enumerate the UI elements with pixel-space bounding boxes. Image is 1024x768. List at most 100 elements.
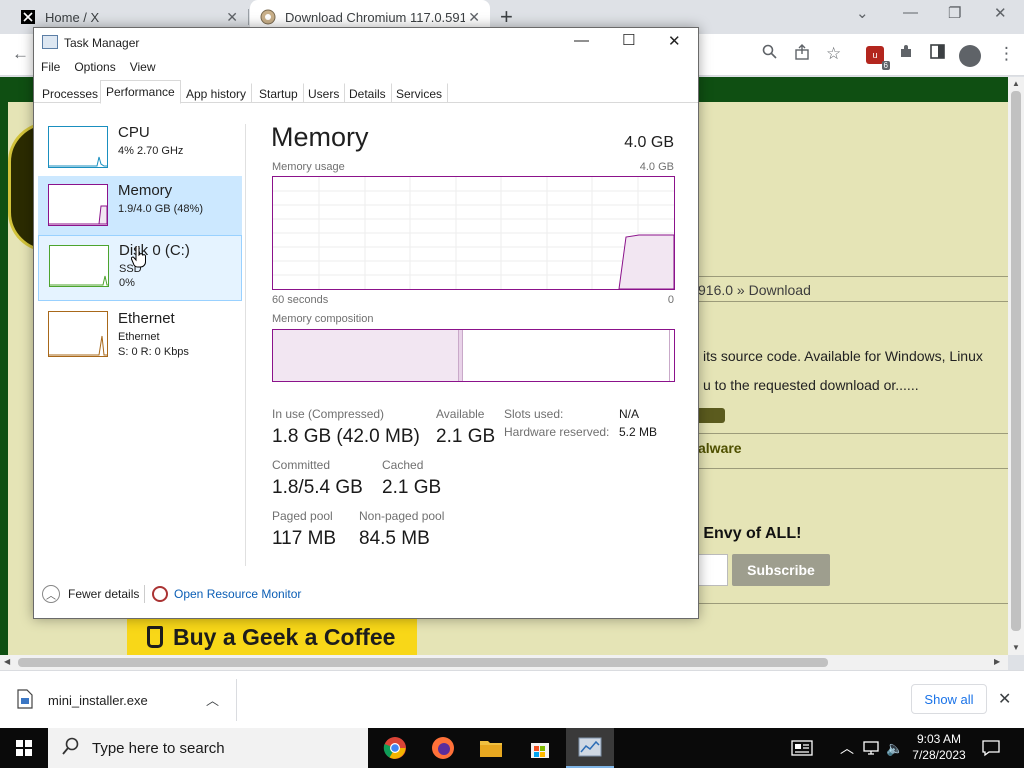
coffee-cup-icon	[147, 626, 163, 648]
sidebar-item-detail: Ethernet	[118, 331, 160, 343]
breadcrumb: 916.0 » Download	[698, 282, 811, 298]
hardware-reserved-label: Hardware reserved:	[504, 425, 610, 439]
horizontal-scrollbar[interactable]: ◀ ▶	[0, 655, 1008, 670]
sidebar-item-cpu[interactable]: CPU 4% 2.70 GHz	[38, 118, 242, 178]
windows-logo-icon	[16, 740, 32, 756]
tab-app-history[interactable]: App history	[180, 83, 253, 103]
scroll-right-icon[interactable]: ▶	[994, 657, 1000, 666]
news-widget-icon[interactable]	[791, 728, 813, 768]
tab-startup[interactable]: Startup	[253, 83, 304, 103]
sidebar-item-ethernet[interactable]: Ethernet Ethernet S: 0 R: 0 Kbps	[38, 302, 242, 362]
task-manager-titlebar[interactable]: Task Manager — ☐ ✕	[34, 28, 698, 57]
close-tab-icon[interactable]: ✕	[226, 9, 238, 26]
divider	[695, 468, 1008, 469]
back-arrow-icon[interactable]: ←	[12, 44, 29, 64]
network-icon[interactable]	[862, 728, 880, 768]
vertical-scrollbar[interactable]: ▲ ▼	[1008, 77, 1024, 655]
scroll-up-icon[interactable]: ▲	[1012, 79, 1020, 88]
task-manager-taskbar-icon[interactable]	[566, 728, 614, 768]
tab-processes[interactable]: Processes	[36, 83, 105, 103]
notifications-icon[interactable]	[982, 728, 1000, 768]
open-resource-monitor-link[interactable]: Open Resource Monitor	[174, 587, 301, 601]
download-item[interactable]: mini_installer.exe ︿	[16, 685, 236, 715]
close-shelf-icon[interactable]: ✕	[998, 689, 1011, 709]
more-menu-icon[interactable]: ⋮	[998, 44, 1015, 64]
ublock-extension-icon[interactable]: u6	[866, 46, 890, 70]
scrollbar-thumb[interactable]	[1011, 91, 1021, 631]
show-all-button[interactable]: Show all	[911, 684, 987, 714]
newsletter-heading: e Envy of ALL!	[690, 525, 802, 542]
chrome-taskbar-icon[interactable]	[371, 728, 419, 768]
restore-icon[interactable]: ❐	[948, 4, 961, 22]
system-clock[interactable]: 9:03 AM 7/28/2023	[908, 731, 970, 763]
page-description-line: its source code. Available for Windows, …	[703, 348, 983, 364]
menu-options[interactable]: Options	[67, 57, 122, 79]
maximize-icon[interactable]: ☐	[622, 31, 635, 49]
sidebar-item-memory[interactable]: Memory 1.9/4.0 GB (48%)	[38, 176, 242, 236]
buy-coffee-button[interactable]: Buy a Geek a Coffee	[127, 617, 417, 655]
committed-value: 1.8/5.4 GB	[272, 477, 363, 498]
sidebar-item-disk[interactable]: Disk 0 (C:) SSD 0%	[38, 235, 242, 301]
firefox-taskbar-icon[interactable]	[419, 728, 467, 768]
in-use-label: In use (Compressed)	[272, 407, 385, 421]
menu-view[interactable]: View	[123, 57, 163, 79]
site-favicon-icon	[260, 9, 276, 25]
tab-performance[interactable]: Performance	[100, 80, 181, 104]
tab-details[interactable]: Details	[343, 83, 392, 103]
subscribe-button[interactable]: Subscribe	[732, 554, 830, 586]
volume-icon[interactable]: 🔈	[886, 728, 903, 768]
file-explorer-taskbar-icon[interactable]	[467, 728, 515, 768]
memory-mini-graph	[48, 184, 108, 226]
store-taskbar-icon[interactable]	[516, 728, 564, 768]
memory-usage-max: 4.0 GB	[639, 161, 674, 173]
paged-pool-value: 117 MB	[272, 528, 337, 549]
disk-mini-graph	[49, 245, 109, 287]
bookmark-star-icon[interactable]: ☆	[826, 44, 841, 64]
memory-total: 4.0 GB	[624, 134, 674, 151]
tab-search-chevron-icon[interactable]: ⌄	[856, 4, 869, 22]
extensions-puzzle-icon[interactable]	[898, 44, 914, 65]
slots-used-label: Slots used:	[504, 407, 564, 421]
tab-services[interactable]: Services	[390, 83, 449, 103]
search-icon	[62, 737, 80, 760]
taskbar-search[interactable]: Type here to search	[48, 728, 368, 768]
minimize-icon[interactable]: —	[574, 32, 589, 49]
sidebar-item-name: Memory	[118, 182, 173, 199]
sidebar-item-detail: 1.9/4.0 GB (48%)	[118, 203, 203, 215]
tab-users[interactable]: Users	[302, 83, 346, 103]
scroll-down-icon[interactable]: ▼	[1012, 643, 1020, 652]
close-window-icon[interactable]: ✕	[994, 4, 1007, 22]
composition-modified	[459, 330, 463, 381]
chevron-up-icon[interactable]: ︿	[206, 690, 219, 709]
side-panel-icon[interactable]	[930, 44, 945, 64]
ethernet-mini-graph	[48, 311, 108, 357]
file-icon	[16, 688, 34, 712]
memory-composition-bar	[272, 329, 675, 382]
search-placeholder: Type here to search	[92, 739, 225, 757]
divider	[695, 603, 1008, 604]
memory-composition-label: Memory composition	[272, 313, 374, 325]
divider	[236, 679, 237, 721]
sidebar-item-detail: 4% 2.70 GHz	[118, 145, 184, 157]
close-tab-icon[interactable]: ✕	[468, 9, 480, 26]
clock-date: 7/28/2023	[912, 748, 966, 762]
menu-bar: File Options View	[34, 57, 698, 79]
time-zero-label: 0	[667, 294, 674, 306]
close-icon[interactable]: ✕	[668, 32, 681, 50]
sidebar-item-name: CPU	[118, 124, 150, 141]
non-paged-pool-label: Non-paged pool	[359, 509, 445, 523]
start-button[interactable]	[0, 728, 48, 768]
profile-avatar[interactable]	[959, 45, 981, 67]
zoom-search-icon[interactable]	[762, 44, 777, 64]
share-icon[interactable]	[794, 44, 810, 65]
menu-file[interactable]: File	[34, 57, 67, 79]
browser-tab-title: Home / X	[45, 9, 100, 25]
minimize-icon[interactable]: —	[903, 4, 918, 21]
chevron-up-icon[interactable]: ︿	[840, 728, 854, 768]
scrollbar-thumb[interactable]	[18, 658, 828, 667]
chevron-up-icon[interactable]: ︿	[42, 585, 60, 603]
sidebar-item-name: Ethernet	[118, 310, 175, 327]
fewer-details-link[interactable]: Fewer details	[68, 587, 139, 601]
site-left-border	[0, 102, 8, 655]
scroll-left-icon[interactable]: ◀	[4, 657, 10, 666]
